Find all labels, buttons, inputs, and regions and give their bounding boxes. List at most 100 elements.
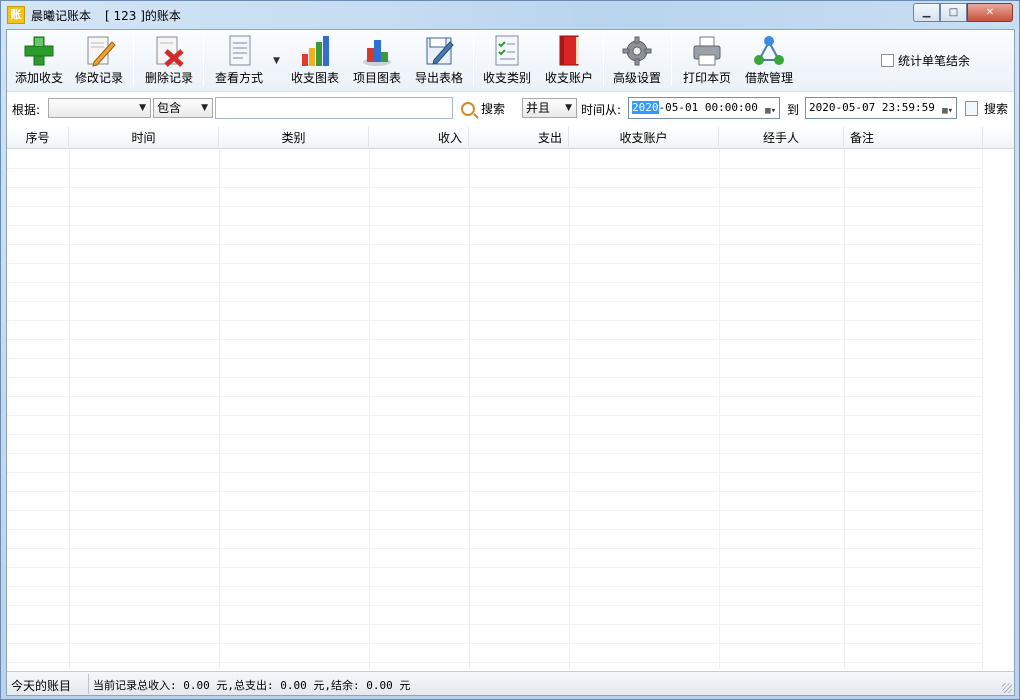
grid-row-line	[7, 415, 983, 416]
grid-row-line	[7, 567, 983, 568]
time-from-label: 时间从:	[581, 103, 622, 117]
column-header-note[interactable]: 备注	[844, 127, 983, 149]
table-body[interactable]	[7, 149, 1014, 669]
toolbar-divider	[473, 34, 474, 86]
grid-row-line	[7, 282, 983, 283]
stat-balance-label: 统计单笔结余	[898, 54, 971, 68]
project-chart-button[interactable]: 项目图表	[349, 34, 405, 90]
title-bar[interactable]: 账 晨曦记账本[ 123 ]的账本 ▁ □ ✕	[1, 1, 1019, 29]
minimize-button[interactable]: ▁	[913, 3, 940, 22]
match-select[interactable]: 包含 ▼	[153, 98, 213, 118]
grid-row-line	[7, 168, 983, 169]
income-chart-button[interactable]: 收支图表	[287, 34, 343, 90]
to-label: 到	[787, 103, 800, 117]
column-header-income[interactable]: 收入	[369, 127, 469, 149]
grid-row-line	[7, 301, 983, 302]
status-today-label[interactable]: 今天的账目	[11, 677, 71, 694]
grid-row-line	[7, 377, 983, 378]
advanced-settings-label: 高级设置	[612, 71, 661, 85]
chevron-down-icon: ▼	[201, 103, 208, 113]
grid-line	[219, 149, 220, 669]
export-table-button[interactable]: 导出表格	[411, 34, 467, 90]
edit-record-label: 修改记录	[74, 71, 123, 85]
delete-record-button[interactable]: 删除记录	[141, 34, 197, 90]
export-table-label: 导出表格	[414, 71, 463, 85]
grid-line	[69, 149, 70, 669]
grid-row-line	[7, 358, 983, 359]
print-button[interactable]: 打印本页	[679, 34, 735, 90]
view-mode-button[interactable]: 查看方式	[211, 34, 267, 90]
account-button[interactable]: 收支账户	[541, 34, 597, 90]
checkbox-box[interactable]	[881, 54, 894, 67]
loan-management-button[interactable]: 借款管理	[741, 34, 797, 90]
toolbar-divider	[603, 34, 604, 86]
add-icon	[22, 34, 56, 68]
logic-select[interactable]: 并且 ▼	[522, 98, 577, 118]
toolbar-divider	[133, 34, 134, 86]
column-header-category[interactable]: 类别	[219, 127, 369, 149]
maximize-button[interactable]: □	[940, 3, 967, 22]
printer-icon	[690, 34, 724, 68]
from-datetime-picker[interactable]: 2020-05-01 00:00:00 ▦▾	[628, 97, 780, 119]
column-header-index[interactable]: 序号	[7, 127, 69, 149]
keyword-input[interactable]	[215, 97, 453, 119]
delete-record-label: 删除记录	[144, 71, 193, 85]
delete-icon	[152, 34, 186, 68]
loan-management-label: 借款管理	[744, 71, 793, 85]
toolbar-divider	[203, 34, 204, 86]
search2-label: 搜索	[984, 102, 1009, 116]
column-header-handler[interactable]: 经手人	[719, 127, 844, 149]
grid-row-line	[7, 662, 983, 663]
calendar-dropdown-icon[interactable]: ▦▾	[942, 101, 953, 121]
view-mode-dropdown-icon[interactable]: ▼	[273, 56, 280, 66]
view-icon	[222, 34, 256, 68]
resize-grip-icon[interactable]	[1002, 683, 1012, 693]
main-toolbar: 添加收支 修改记录 删除记录 查看方式 ▼ 收支图表 项目图表 导出表格 收支类…	[7, 30, 1014, 92]
field-select[interactable]: ▼	[48, 98, 151, 118]
chevron-down-icon: ▼	[565, 103, 572, 113]
add-record-label: 添加收支	[14, 71, 63, 85]
account-book-icon	[552, 34, 586, 68]
grid-line	[844, 149, 845, 669]
grid-row-line	[7, 225, 983, 226]
grid-line	[719, 149, 720, 669]
calendar-dropdown-icon[interactable]: ▦▾	[765, 101, 776, 121]
grid-line	[369, 149, 370, 669]
column-header-account[interactable]: 收支账户	[569, 127, 719, 149]
project-chart-label: 项目图表	[352, 71, 401, 85]
grid-row-line	[7, 434, 983, 435]
grid-row-line	[7, 187, 983, 188]
search2-button[interactable]: 搜索	[965, 100, 1008, 117]
grid-line	[569, 149, 570, 669]
grid-row-line	[7, 605, 983, 606]
close-button[interactable]: ✕	[967, 3, 1013, 22]
records-table[interactable]: 序号 时间 类别 收入 支出 收支账户 经手人 备注	[7, 127, 1014, 669]
grid-row-line	[7, 339, 983, 340]
column-header-time[interactable]: 时间	[69, 127, 219, 149]
grid-row-line	[7, 396, 983, 397]
account-label: 收支账户	[544, 71, 593, 85]
basis-label: 根据:	[12, 103, 41, 117]
stat-balance-checkbox[interactable]: 统计单笔结余	[881, 52, 970, 69]
grid-row-line	[7, 529, 983, 530]
category-button[interactable]: 收支类别	[479, 34, 535, 90]
add-record-button[interactable]: 添加收支	[11, 34, 67, 90]
advanced-settings-button[interactable]: 高级设置	[609, 34, 665, 90]
search-bar: 根据: ▼ 包含 ▼ 搜索 并且 ▼ 时间从: 2020-05-01 00:00:0…	[7, 94, 1014, 124]
edit-record-button[interactable]: 修改记录	[71, 34, 127, 90]
column-header-expense[interactable]: 支出	[469, 127, 569, 149]
status-bar: 今天的账目 当前记录总收入: 0.00 元,总支出: 0.00 元,结余: 0.…	[7, 671, 1014, 695]
grid-row-line	[7, 320, 983, 321]
income-chart-label: 收支图表	[290, 71, 339, 85]
bar-chart-icon	[298, 34, 332, 68]
window-controls: ▁ □ ✕	[913, 3, 1013, 22]
app-window: 账 晨曦记账本[ 123 ]的账本 ▁ □ ✕ 添加收支 修改记录 删除记录 查…	[0, 0, 1020, 700]
gear-icon	[620, 34, 654, 68]
grid-row-line	[7, 263, 983, 264]
grid-row-line	[7, 643, 983, 644]
search-icon	[461, 101, 475, 116]
project-chart-icon	[360, 34, 394, 68]
search-button[interactable]: 搜索	[461, 100, 505, 117]
to-datetime-picker[interactable]: 2020-05-07 23:59:59 ▦▾	[805, 97, 957, 119]
network-icon	[752, 34, 786, 68]
